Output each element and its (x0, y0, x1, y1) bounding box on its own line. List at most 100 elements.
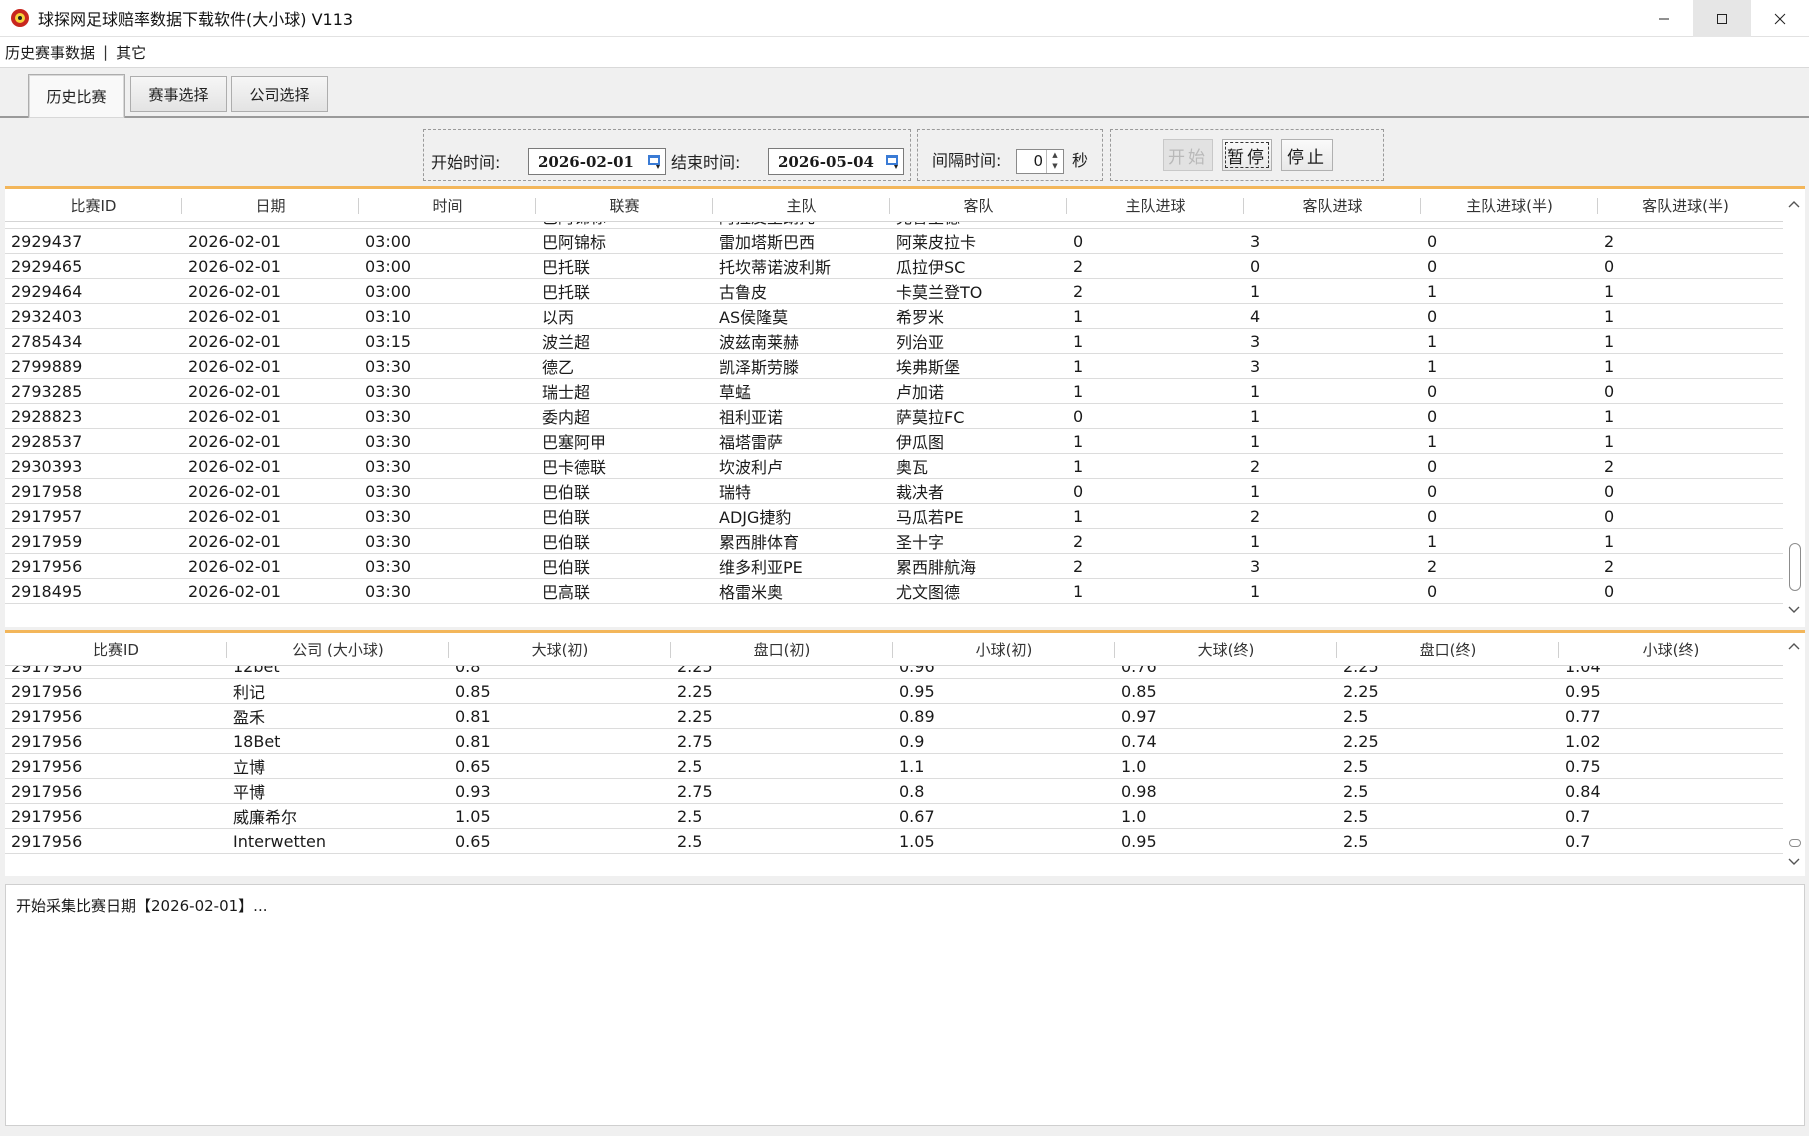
column-header[interactable]: 主队进球 (1067, 189, 1244, 222)
table-row[interactable]: 29294382026-02-0103:00巴阿锦标阿拉皮里朗托克鲁里德2110 (5, 222, 1783, 229)
table-row[interactable]: 2917956 2026-02-01 03:30 巴伯联 维多利亚PE 累西腓航海 2 3 2 2 (5, 554, 1783, 579)
matches-scrollbar[interactable] (1783, 189, 1805, 627)
table-row[interactable]: 2917957 2026-02-01 03:30 巴伯联 ADJG捷豹 马瓜若PE 1 2 0 0 (5, 504, 1783, 529)
table-row[interactable]: 2785434 2026-02-01 03:15 波兰超 波兹南莱赫 列治亚 1 3 1 1 (5, 329, 1783, 354)
column-header[interactable]: 日期 (182, 189, 359, 222)
table-cell: 3 (1250, 356, 1261, 376)
table-cell: 2917956 (11, 556, 83, 576)
close-button[interactable] (1751, 0, 1809, 37)
column-header[interactable]: 比赛ID (5, 189, 182, 222)
table-cell: 祖利亚诺 (719, 408, 784, 427)
table-cell: 2026-02-01 (182, 222, 359, 226)
table-row[interactable]: 2793285 2026-02-01 03:30 瑞士超 草蜢 卢加诺 1 1 0 0 (5, 379, 1783, 404)
log-output[interactable]: 开始采集比赛日期【2026-02-01】... (5, 884, 1805, 1126)
column-header[interactable]: 小球(终) (1559, 633, 1783, 666)
odds-scrollbar[interactable] (1783, 633, 1805, 876)
end-calendar-icon[interactable] (883, 149, 903, 174)
column-header[interactable]: 大球(初) (449, 633, 671, 666)
scroll-up-icon[interactable] (1783, 193, 1805, 215)
table-cell: 2.5 (1343, 781, 1369, 801)
table-row[interactable]: 2917956 立博 0.65 2.5 1.1 1.0 2.5 0.75 (5, 754, 1783, 779)
table-row[interactable]: 2918495 2026-02-01 03:30 巴高联 格雷米奥 尤文图德 1 1 0 0 (5, 579, 1783, 604)
table-row[interactable]: 2929465 2026-02-01 03:00 巴托联 托坎蒂诺波利斯 瓜拉伊SC 2 0 0… (5, 254, 1783, 279)
column-header[interactable]: 时间 (359, 189, 536, 222)
table-cell: 累西腓体育 (719, 533, 800, 552)
table-cell: 巴托联 (542, 258, 591, 277)
scroll-down-icon[interactable] (1783, 599, 1805, 621)
column-header[interactable]: 客队 (890, 189, 1067, 222)
tab-company-selection[interactable]: 公司选择 (231, 76, 328, 112)
table-cell: 1 (1073, 431, 1084, 451)
table-cell: 2026-02-01 (188, 506, 281, 526)
table-cell: 1 (1421, 222, 1598, 226)
minimize-button[interactable] (1635, 0, 1693, 37)
table-cell: 0 (1073, 406, 1084, 426)
table-row[interactable]: 2917956 利记 0.85 2.25 0.95 0.85 2.25 0.95 (5, 679, 1783, 704)
table-row[interactable]: 2930393 2026-02-01 03:30 巴卡德联 坎波利卢 奥瓦 1 2 0 2 (5, 454, 1783, 479)
table-cell: 2917956 (11, 681, 83, 701)
tab-history-matches[interactable]: 历史比赛 (28, 74, 125, 118)
matches-table: 比赛ID 日期 时间 联赛 主队 客队 主队进球 客队进球 主队进球(半) 客队进球(半) 292… (5, 186, 1805, 627)
table-row[interactable]: 2917956 12bet 0.8 2.25 0.96 0.76 2.25 1.04 (5, 666, 1783, 679)
matches-table-body[interactable]: 29294382026-02-0103:00巴阿锦标阿拉皮里朗托克鲁里德2110… (5, 222, 1783, 627)
table-row[interactable]: 2929437 2026-02-01 03:00 巴阿锦标 雷加塔斯巴西 阿莱皮拉卡 0 3 0… (5, 229, 1783, 254)
table-row[interactable]: 2917956 平博 0.93 2.75 0.8 0.98 2.5 0.84 (5, 779, 1783, 804)
table-row[interactable]: 2932403 2026-02-01 03:10 以丙 AS侯隆莫 希罗米 1 4 0 1 (5, 304, 1783, 329)
column-header[interactable]: 客队进球(半) (1598, 189, 1773, 222)
table-row[interactable]: 2799889 2026-02-01 03:30 德乙 凯泽斯劳滕 埃弗斯堡 1 3 1 1 (5, 354, 1783, 379)
table-row[interactable]: 2917956 盈禾 0.81 2.25 0.89 0.97 2.5 0.77 (5, 704, 1783, 729)
maximize-button[interactable] (1693, 0, 1751, 37)
table-cell: 0 (1604, 256, 1615, 276)
table-cell: 0.95 (899, 681, 935, 701)
table-cell: 12bet (233, 666, 280, 676)
column-header[interactable]: 盘口(终) (1337, 633, 1559, 666)
column-header[interactable]: 盘口(初) (671, 633, 893, 666)
table-row[interactable]: 2928823 2026-02-01 03:30 委内超 祖利亚诺 萨莫拉FC 0 1 0 1 (5, 404, 1783, 429)
table-cell: 0 (1604, 581, 1615, 601)
start-date-picker[interactable]: 2026-02-01 (528, 148, 666, 175)
table-cell: 瑞特 (719, 483, 752, 502)
scroll-up-icon[interactable] (1783, 635, 1805, 657)
column-header[interactable]: 小球(初) (893, 633, 1115, 666)
odds-table-body[interactable]: 2917956 12bet 0.8 2.25 0.96 0.76 2.25 1.04 29179… (5, 666, 1783, 876)
table-row[interactable]: 2917956 Interwetten 0.65 2.5 1.05 0.95 2.5 0.7 (5, 829, 1783, 854)
stop-button[interactable]: 停止 (1281, 139, 1333, 171)
pause-button[interactable]: 暂停 (1222, 139, 1272, 171)
start-button[interactable]: 开始 (1163, 139, 1213, 171)
odds-scroll-thumb[interactable] (1789, 839, 1801, 847)
table-cell: 0.85 (455, 681, 491, 701)
table-cell: 2917956 (11, 756, 83, 776)
table-row[interactable]: 2917956 18Bet 0.81 2.75 0.9 0.74 2.25 1.02 (5, 729, 1783, 754)
column-header[interactable]: 大球(终) (1115, 633, 1337, 666)
column-header[interactable]: 主队 (713, 189, 890, 222)
table-cell: 2.25 (1343, 681, 1379, 701)
start-calendar-icon[interactable] (645, 149, 665, 174)
table-row[interactable]: 2917958 2026-02-01 03:30 巴伯联 瑞特 裁决者 0 1 0 0 (5, 479, 1783, 504)
table-cell: 以丙 (542, 308, 575, 327)
table-row[interactable]: 2917959 2026-02-01 03:30 巴伯联 累西腓体育 圣十字 2 1 1 1 (5, 529, 1783, 554)
end-date-picker[interactable]: 2026-05-04 (768, 148, 904, 175)
matches-scroll-thumb[interactable] (1789, 543, 1801, 591)
column-header[interactable]: 客队进球 (1244, 189, 1421, 222)
table-cell: 03:30 (365, 381, 412, 401)
column-header[interactable]: 公司 (大小球) (227, 633, 449, 666)
interval-spinner[interactable]: 0 ▲ ▼ (1016, 149, 1064, 174)
column-header[interactable]: 主队进球(半) (1421, 189, 1598, 222)
column-header[interactable]: 比赛ID (5, 633, 227, 666)
scroll-down-icon[interactable] (1783, 851, 1805, 873)
spinner-arrows-icon[interactable]: ▲ ▼ (1046, 150, 1063, 173)
column-header[interactable]: 联赛 (536, 189, 713, 222)
table-row[interactable]: 2928537 2026-02-01 03:30 巴塞阿甲 福塔雷萨 伊瓜图 1 1 1 1 (5, 429, 1783, 454)
table-cell: 0.74 (1121, 731, 1157, 751)
table-row[interactable]: 2929464 2026-02-01 03:00 巴托联 古鲁皮 卡莫兰登TO 2 1 1 1 (5, 279, 1783, 304)
table-row[interactable]: 2917956 威廉希尔 1.05 2.5 0.67 1.0 2.5 0.7 (5, 804, 1783, 829)
table-cell: 2.25 (1343, 731, 1379, 751)
tab-match-selection[interactable]: 赛事选择 (130, 76, 227, 112)
table-cell: 2.5 (1343, 806, 1369, 826)
table-cell: 1 (1250, 431, 1261, 451)
table-cell: 03:30 (365, 556, 412, 576)
table-cell: 0.9 (899, 731, 925, 751)
menu-item-other[interactable]: 其它 (116, 42, 146, 63)
menu-bar: 历史赛事数据 | 其它 (0, 37, 1809, 68)
menu-item-history-data[interactable]: 历史赛事数据 (5, 42, 95, 63)
